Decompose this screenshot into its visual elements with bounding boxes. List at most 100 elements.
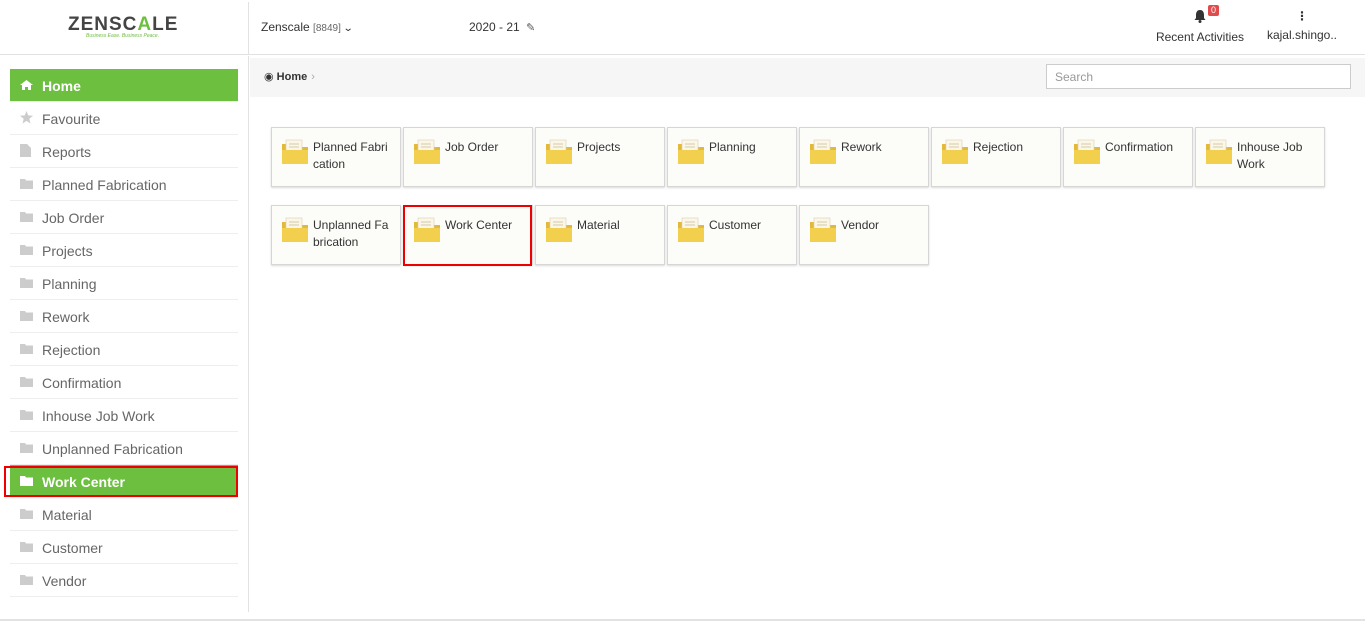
sidebar-item-rework[interactable]: Rework (10, 300, 238, 333)
sidebar-item-vendor[interactable]: Vendor (10, 564, 238, 597)
tile-material[interactable]: Material (535, 205, 665, 265)
sidebar-item-label: Vendor (42, 573, 87, 589)
sidebar-item-favourite[interactable]: Favourite (10, 102, 238, 135)
folder-icon (20, 344, 33, 354)
folder-icon (942, 139, 968, 164)
folder-icon (1206, 139, 1232, 164)
bell-icon (1194, 10, 1206, 23)
folder-icon (414, 139, 440, 164)
sidebar-item-label: Customer (42, 540, 103, 556)
sidebar-item-rejection[interactable]: Rejection (10, 333, 238, 366)
highlight-box-tile (403, 205, 532, 266)
folder-icon (20, 212, 33, 222)
sidebar-item-label: Inhouse Job Work (42, 408, 155, 424)
company-selector[interactable]: Zenscale [8849] ⌄ (261, 20, 354, 34)
tile-job-order[interactable]: Job Order (403, 127, 533, 187)
company-code: [8849] (313, 23, 341, 34)
sidebar-item-label: Reports (42, 144, 92, 160)
tile-customer[interactable]: Customer (667, 205, 797, 265)
sidebar-item-label: Favourite (42, 111, 101, 127)
sidebar-item-label: Rework (42, 309, 90, 325)
logo[interactable]: ZENSCALE Business Ease. Business Peace. (0, 2, 249, 55)
folder-icon (678, 217, 704, 242)
document-icon (20, 144, 31, 157)
tile-label: Planned Fabrication (313, 140, 388, 171)
chevron-down-icon: ⌄ (342, 23, 354, 34)
tile-inhouse-job-work[interactable]: Inhouse Job Work (1195, 127, 1325, 187)
folder-icon (20, 179, 33, 189)
tile-label: Vendor (841, 218, 880, 232)
sidebar-item-planning[interactable]: Planning (10, 267, 238, 300)
tile-planned-fabrication[interactable]: Planned Fabrication (271, 127, 401, 187)
folder-icon (546, 217, 572, 242)
tile-rework[interactable]: Rework (799, 127, 929, 187)
top-header: ZENSCALE Business Ease. Business Peace. … (0, 0, 1365, 55)
sidebar-item-label: Unplanned Fabrication (42, 441, 183, 457)
tile-vendor[interactable]: Vendor (799, 205, 929, 265)
sidebar-item-confirmation[interactable]: Confirmation (10, 366, 238, 399)
folder-icon (1074, 139, 1100, 164)
sidebar-item-label: Planned Fabrication (42, 177, 167, 193)
sidebar-item-label: Material (42, 507, 92, 523)
company-name: Zenscale (261, 20, 310, 34)
tile-label: Customer (709, 218, 762, 232)
sidebar-item-planned-fabrication[interactable]: Planned Fabrication (10, 168, 238, 201)
tile-projects[interactable]: Projects (535, 127, 665, 187)
user-name: kajal.shingo.. (1266, 28, 1338, 42)
folder-icon (810, 139, 836, 164)
folder-icon (20, 509, 33, 519)
sidebar-item-customer[interactable]: Customer (10, 531, 238, 564)
highlight-box-sidebar (4, 466, 238, 497)
folder-icon (20, 575, 33, 585)
sidebar-item-inhouse-job-work[interactable]: Inhouse Job Work (10, 399, 238, 432)
tile-label: Rejection (973, 140, 1024, 154)
search-input[interactable] (1046, 64, 1351, 89)
edit-icon[interactable]: ✎ (526, 22, 535, 34)
folder-icon (20, 278, 33, 288)
logo-tagline: Business Ease. Business Peace. (86, 33, 160, 39)
tile-planning[interactable]: Planning (667, 127, 797, 187)
breadcrumb[interactable]: ◉ Home › (264, 70, 315, 83)
dashboard-icon: ◉ (264, 71, 274, 83)
sidebar-item-label: Job Order (42, 210, 105, 226)
star-icon (20, 111, 33, 124)
tile-label: Unplanned Fabrication (313, 218, 389, 249)
folder-icon (20, 443, 33, 453)
folder-icon (810, 217, 836, 242)
sidebar-item-projects[interactable]: Projects (10, 234, 238, 267)
folder-icon (282, 139, 308, 164)
tile-unplanned-fabrication[interactable]: Unplanned Fabrication (271, 205, 401, 265)
breadcrumb-home: Home (276, 71, 308, 83)
sidebar-item-unplanned-fabrication[interactable]: Unplanned Fabrication (10, 432, 238, 465)
folder-icon (282, 217, 308, 242)
folder-icon (20, 542, 33, 552)
folder-icon (20, 311, 33, 321)
sidebar-item-label: Confirmation (42, 375, 122, 391)
tile-label: Confirmation (1105, 140, 1174, 154)
recent-activities-label: Recent Activities (1155, 30, 1245, 44)
recent-activities-button[interactable]: Recent Activities (1150, 8, 1250, 44)
home-icon (20, 80, 33, 90)
folder-icon (20, 377, 33, 387)
sidebar-item-reports[interactable]: Reports (10, 135, 238, 168)
tile-rejection[interactable]: Rejection (931, 127, 1061, 187)
fiscal-year[interactable]: 2020 - 21 ✎ (469, 20, 535, 34)
sidebar-item-material[interactable]: Material (10, 498, 238, 531)
folder-icon (20, 245, 33, 255)
breadcrumb-bar: ◉ Home › (250, 58, 1365, 97)
sidebar: Home Favourite Reports Planned Fabricati… (0, 56, 249, 612)
tile-label: Inhouse Job Work (1237, 140, 1303, 171)
tile-label: Rework (841, 140, 882, 154)
tile-label: Material (577, 218, 620, 232)
sidebar-item-job-order[interactable]: Job Order (10, 201, 238, 234)
fiscal-year-label: 2020 - 21 (469, 20, 520, 34)
tile-label: Planning (709, 140, 756, 154)
sidebar-item-label: Projects (42, 243, 93, 259)
folder-icon (20, 410, 33, 420)
sidebar-item-home[interactable]: Home (10, 69, 238, 102)
folder-icon (546, 139, 572, 164)
tile-confirmation[interactable]: Confirmation (1063, 127, 1193, 187)
sidebar-item-label: Rejection (42, 342, 101, 358)
tile-label: Projects (577, 140, 621, 154)
user-menu[interactable]: ⋮ kajal.shingo.. (1262, 10, 1342, 42)
